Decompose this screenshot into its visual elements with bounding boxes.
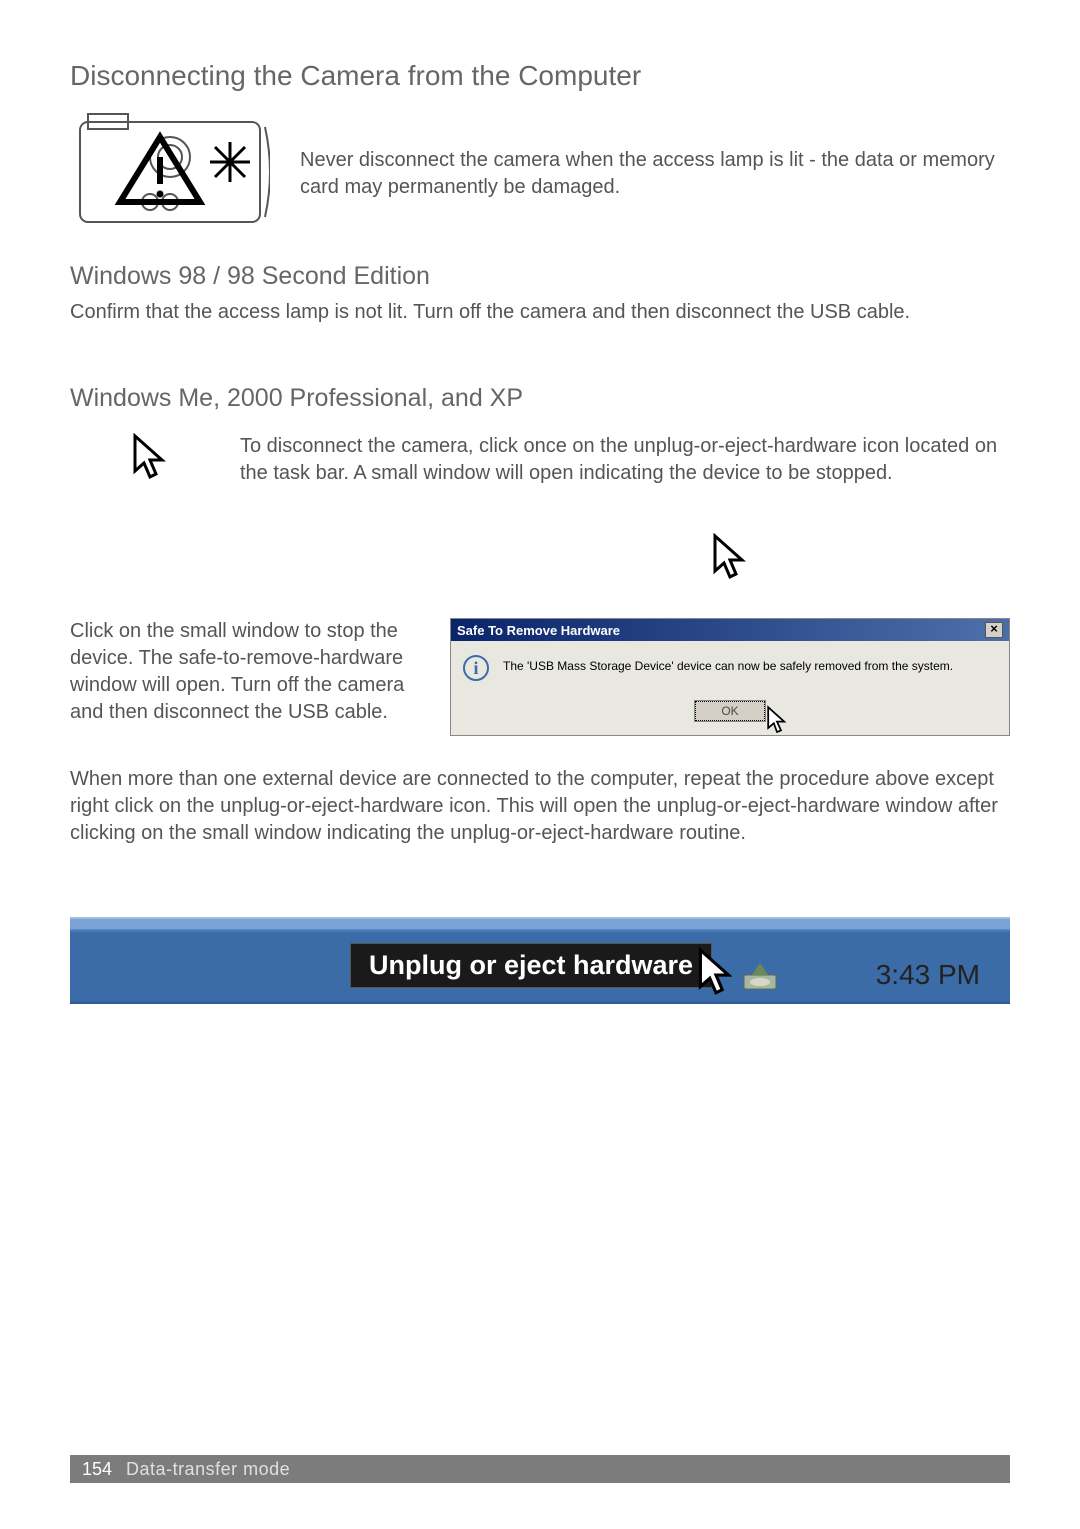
dialog-message: The 'USB Mass Storage Device' device can…	[503, 655, 953, 673]
page-footer: 154 Data-transfer mode	[70, 1455, 1010, 1483]
winme-intro-text: To disconnect the camera, click once on …	[240, 433, 1010, 487]
warning-row: Never disconnect the camera when the acc…	[70, 102, 1010, 232]
taskbar-clock: 3:43 PM	[876, 959, 980, 991]
ok-button[interactable]: OK	[695, 701, 765, 721]
info-icon: i	[463, 655, 489, 681]
unplug-tooltip[interactable]: Unplug or eject hardware	[350, 943, 712, 988]
dialog-title: Safe To Remove Hardware	[457, 623, 620, 638]
intro-row: To disconnect the camera, click once on …	[70, 433, 1010, 503]
page-title: Disconnecting the Camera from the Comput…	[70, 60, 1010, 92]
camera-warning-illustration	[70, 102, 270, 232]
winme-heading: Windows Me, 2000 Professional, and XP	[70, 384, 1010, 413]
cursor-icon	[130, 433, 200, 503]
cursor-icon-standalone	[710, 533, 1010, 588]
taskbar-illustration: Unplug or eject hardware 3:43 PM	[70, 917, 1010, 1004]
section-label: Data-transfer mode	[126, 1459, 290, 1480]
click-instruction-text: Click on the small window to stop the de…	[70, 618, 410, 726]
dialog-row: Click on the small window to stop the de…	[70, 618, 1010, 736]
page-number: 154	[82, 1459, 112, 1480]
safe-remove-dialog: Safe To Remove Hardware × i The 'USB Mas…	[450, 618, 1010, 736]
dialog-titlebar: Safe To Remove Hardware ×	[451, 619, 1009, 641]
multi-device-text: When more than one external device are c…	[70, 766, 1010, 847]
win98-body: Confirm that the access lamp is not lit.…	[70, 299, 1010, 326]
cursor-icon	[765, 705, 789, 740]
close-icon[interactable]: ×	[985, 622, 1003, 638]
win98-heading: Windows 98 / 98 Second Edition	[70, 262, 1010, 291]
eject-hardware-icon[interactable]	[740, 959, 780, 999]
warning-text: Never disconnect the camera when the acc…	[300, 102, 1010, 201]
